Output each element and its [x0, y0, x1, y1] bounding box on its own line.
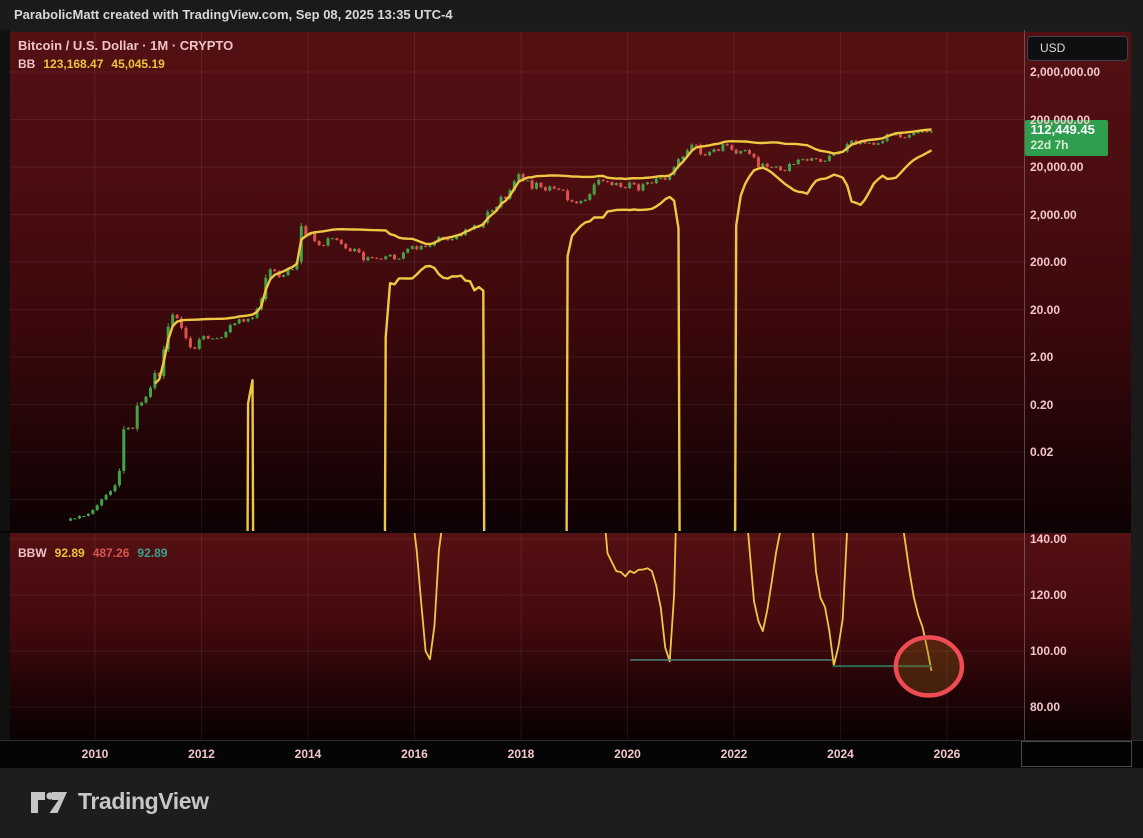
- price-axis-label: 2.00: [1030, 350, 1053, 364]
- price-axis-label: 20,000.00: [1030, 160, 1083, 174]
- bbw-axis-label: 80.00: [1030, 700, 1060, 714]
- price-axis-label: 200.00: [1030, 255, 1067, 269]
- footer-bar: TradingView: [0, 768, 1143, 838]
- currency-label: USD: [1040, 41, 1065, 55]
- bbw-value: 92.89: [55, 546, 85, 560]
- time-axis-label: 2010: [82, 747, 109, 761]
- bbw-axis-label: 100.00: [1030, 644, 1067, 658]
- price-axis-label: 2,000,000.00: [1030, 65, 1100, 79]
- grid-lines: [10, 32, 1024, 740]
- time-axis-label: 2022: [721, 747, 748, 761]
- bbw-axis-label: 120.00: [1030, 588, 1067, 602]
- bbw-indicator-row[interactable]: BBW 92.89 487.26 92.89: [18, 546, 167, 560]
- bbw-axis-label: 140.00: [1030, 532, 1067, 546]
- time-axis-label: 2014: [295, 747, 322, 761]
- bbw-legend[interactable]: BBW 92.89 487.26 92.89: [18, 546, 167, 560]
- time-axis-label: 2016: [401, 747, 428, 761]
- bbw-lowest-contraction: 92.89: [137, 546, 167, 560]
- tradingview-logo[interactable]: TradingView: [30, 787, 209, 815]
- time-axis-label: 2020: [614, 747, 641, 761]
- time-axis-label: 2018: [508, 747, 535, 761]
- time-axis-label: 2024: [827, 747, 854, 761]
- chart-canvas[interactable]: [0, 0, 1143, 838]
- highlight-circle-drawing[interactable]: [896, 637, 962, 695]
- time-axis-corner-cell: [1021, 741, 1132, 767]
- bbw-indicator-label: BBW: [18, 546, 47, 560]
- price-axis-label: 2,000.00: [1030, 208, 1077, 222]
- bb-indicator-label: BB: [18, 57, 35, 71]
- price-axis-label: 0.02: [1030, 445, 1053, 459]
- bb-lower-value: 45,045.19: [111, 57, 164, 71]
- bbw-highest-expansion: 487.26: [93, 546, 130, 560]
- bbw-line: [155, 0, 932, 671]
- symbol-legend[interactable]: Bitcoin / U.S. Dollar · 1M · CRYPTO BB 12…: [18, 38, 233, 71]
- price-axis-label: 0.20: [1030, 398, 1053, 412]
- bb-upper-value: 123,168.47: [43, 57, 103, 71]
- tradingview-chart-window: ParabolicMatt created with TradingView.c…: [0, 0, 1143, 838]
- bar-countdown: 22d 7h: [1031, 138, 1108, 153]
- bb-indicator-row[interactable]: BB 123,168.47 45,045.19: [18, 57, 233, 71]
- time-axis-label: 2026: [934, 747, 961, 761]
- tradingview-logo-text: TradingView: [78, 788, 209, 815]
- annotations[interactable]: [896, 637, 962, 695]
- tradingview-logo-icon: [30, 787, 68, 815]
- symbol-title[interactable]: Bitcoin / U.S. Dollar · 1M · CRYPTO: [18, 38, 233, 53]
- price-axis-label: 200,000.00: [1030, 113, 1090, 127]
- time-axis[interactable]: 2010 2012 2014 2016 2018 2020 2022 2024 2026: [0, 740, 1143, 768]
- currency-toggle-button[interactable]: USD: [1027, 36, 1128, 61]
- candlestick-series: [69, 130, 933, 521]
- price-axis-label: 20.00: [1030, 303, 1060, 317]
- bollinger-bands: [155, 130, 932, 838]
- time-axis-label: 2012: [188, 747, 215, 761]
